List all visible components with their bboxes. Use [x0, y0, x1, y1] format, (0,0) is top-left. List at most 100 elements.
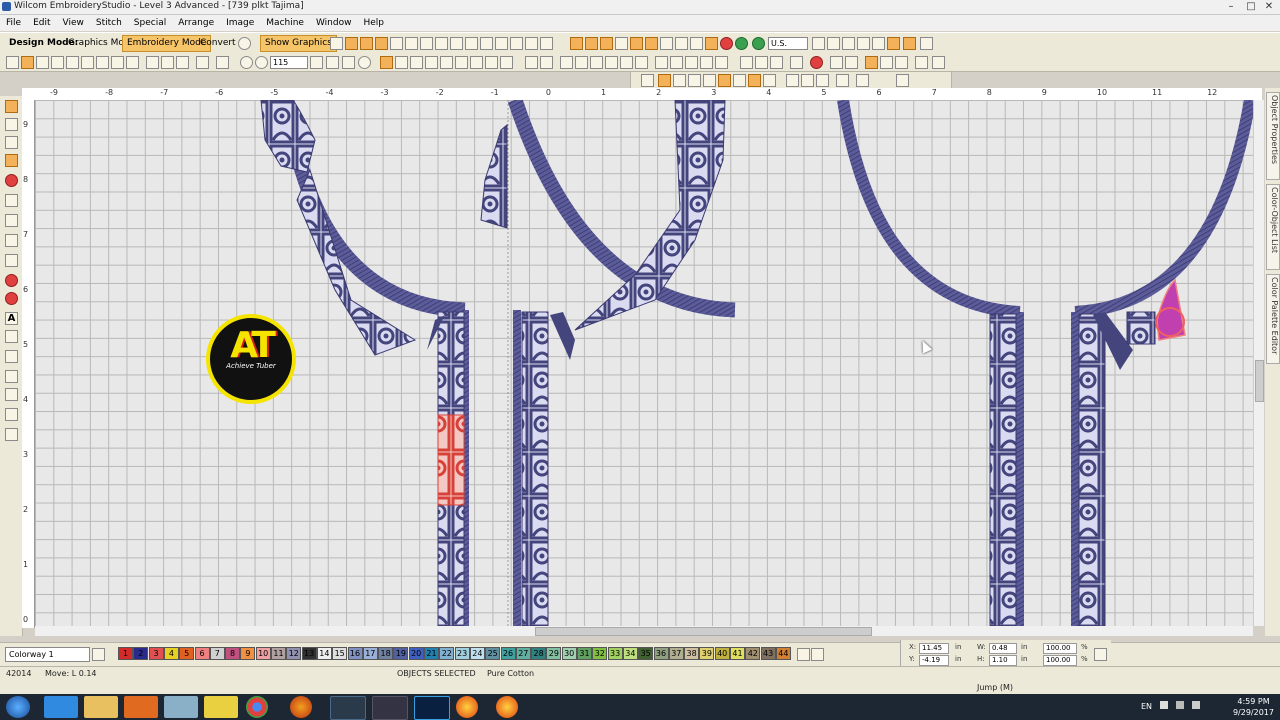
thread-swatch[interactable]: 6 — [194, 647, 210, 660]
send-icon[interactable] — [111, 56, 124, 69]
move-icon[interactable] — [658, 74, 671, 87]
vertical-scroll-thumb[interactable] — [1255, 360, 1264, 402]
menu-stitch[interactable]: Stitch — [90, 15, 128, 31]
stamp-icon[interactable] — [5, 428, 18, 441]
media-player-icon[interactable] — [124, 696, 158, 718]
nudge-icon[interactable] — [641, 74, 654, 87]
tie-icon[interactable] — [830, 56, 843, 69]
proportional-lock-icon[interactable] — [1094, 648, 1107, 661]
redraw-icon[interactable] — [358, 56, 371, 69]
applique-icon[interactable] — [540, 37, 553, 50]
wave-icon[interactable] — [420, 37, 433, 50]
h-field[interactable]: 1.10 — [989, 655, 1017, 666]
vector-icon[interactable] — [500, 56, 513, 69]
menu-image[interactable]: Image — [220, 15, 260, 31]
thread-swatch[interactable]: 15 — [332, 647, 348, 660]
notes-app-icon[interactable] — [204, 696, 238, 718]
menu-file[interactable]: File — [0, 15, 27, 31]
palette-prev-icon[interactable] — [797, 648, 811, 661]
tray-flag-icon[interactable] — [1160, 701, 1168, 709]
stitch-edit-icon[interactable] — [5, 408, 18, 421]
design-canvas[interactable]: AT Achieve Tuber — [35, 100, 1253, 626]
menu-help[interactable]: Help — [357, 15, 390, 31]
pattern-icon[interactable] — [435, 37, 448, 50]
x-field[interactable]: 11.45 — [919, 643, 949, 654]
thread-swatch[interactable]: 1 — [118, 647, 133, 660]
column-icon[interactable] — [375, 37, 388, 50]
motif-icon[interactable] — [510, 37, 523, 50]
y-field[interactable]: -4.19 — [919, 655, 949, 666]
horizontal-scrollbar[interactable] — [35, 626, 1253, 636]
convert-button[interactable]: Convert — [195, 35, 241, 52]
globe-icon[interactable] — [238, 37, 251, 50]
zoom-out-icon[interactable] — [255, 56, 268, 69]
star-icon[interactable] — [733, 74, 746, 87]
zoom-in-icon[interactable] — [240, 56, 253, 69]
fill-tool-icon[interactable] — [5, 194, 18, 207]
menu-edit[interactable]: Edit — [27, 15, 56, 31]
thread-swatch[interactable]: 42 — [745, 647, 761, 660]
wilcom-app-icon[interactable] — [330, 696, 366, 720]
thread-swatch[interactable]: 8 — [225, 647, 241, 660]
needle-points-icon[interactable] — [410, 56, 423, 69]
align-icon[interactable] — [827, 37, 840, 50]
menu-window[interactable]: Window — [310, 15, 358, 31]
size-icon[interactable] — [770, 56, 783, 69]
hoop-view-icon[interactable] — [470, 56, 483, 69]
outline-view-icon[interactable] — [395, 56, 408, 69]
ellipse-icon[interactable] — [615, 37, 628, 50]
pan-icon[interactable] — [326, 56, 339, 69]
triangle-icon[interactable] — [405, 37, 418, 50]
burner-app-icon[interactable] — [456, 696, 478, 718]
pin2-icon[interactable] — [718, 74, 731, 87]
menu-view[interactable]: View — [57, 15, 90, 31]
stipple-icon[interactable] — [480, 37, 493, 50]
functions-icon[interactable] — [440, 56, 453, 69]
color-icon[interactable] — [903, 37, 916, 50]
copy-icon[interactable] — [161, 56, 174, 69]
menu-arrange[interactable]: Arrange — [172, 15, 220, 31]
rotate-right-icon[interactable] — [896, 74, 909, 87]
start-button-icon[interactable] — [6, 696, 30, 718]
envelope-icon[interactable] — [763, 74, 776, 87]
complex-fill-icon[interactable] — [5, 214, 18, 227]
tab-object-properties[interactable]: Object Properties — [1266, 92, 1280, 180]
lasso-icon[interactable] — [540, 56, 553, 69]
redo-icon[interactable] — [216, 56, 229, 69]
menu-machine[interactable]: Machine — [260, 15, 310, 31]
tatami-icon[interactable] — [465, 37, 478, 50]
align-bottom-icon[interactable] — [715, 56, 728, 69]
lettering-icon[interactable]: A — [5, 312, 18, 325]
thread-swatch[interactable]: 4 — [163, 647, 179, 660]
thread-swatch[interactable]: 30 — [561, 647, 577, 660]
stop-icon[interactable] — [810, 56, 823, 69]
thread-swatch[interactable]: 39 — [699, 647, 715, 660]
lace-icon[interactable] — [450, 37, 463, 50]
show-graphics-button[interactable]: Show Graphics — [260, 35, 337, 52]
new-icon[interactable] — [6, 56, 19, 69]
eraser-icon[interactable] — [915, 56, 928, 69]
cross-icon[interactable] — [525, 37, 538, 50]
border-icon[interactable] — [5, 370, 18, 383]
crop-icon[interactable] — [786, 74, 799, 87]
vertical-scrollbar[interactable] — [1253, 100, 1264, 626]
internet-explorer-icon[interactable] — [44, 696, 78, 718]
mirror-h-icon[interactable] — [590, 56, 603, 69]
angle-icon[interactable] — [836, 74, 849, 87]
maximize-button[interactable]: □ — [1242, 0, 1260, 14]
language-indicator[interactable]: EN — [1141, 702, 1152, 711]
w-field[interactable]: 0.48 — [989, 643, 1017, 654]
thread-swatch[interactable]: 2 — [133, 647, 149, 660]
thread-swatch[interactable]: 37 — [668, 647, 684, 660]
connectors-icon[interactable] — [425, 56, 438, 69]
height-percent-field[interactable]: 100.00 — [1043, 655, 1077, 666]
pin-icon[interactable] — [920, 37, 933, 50]
align-right-icon[interactable] — [670, 56, 683, 69]
thread-swatch[interactable]: 11 — [271, 647, 286, 660]
ok-icon[interactable] — [735, 37, 748, 50]
refresh-icon[interactable] — [752, 37, 765, 50]
thread-swatch[interactable]: 25 — [485, 647, 501, 660]
view-icon[interactable] — [342, 56, 355, 69]
column-tool-icon[interactable] — [5, 234, 18, 247]
burner-app-2-icon[interactable] — [496, 696, 518, 718]
